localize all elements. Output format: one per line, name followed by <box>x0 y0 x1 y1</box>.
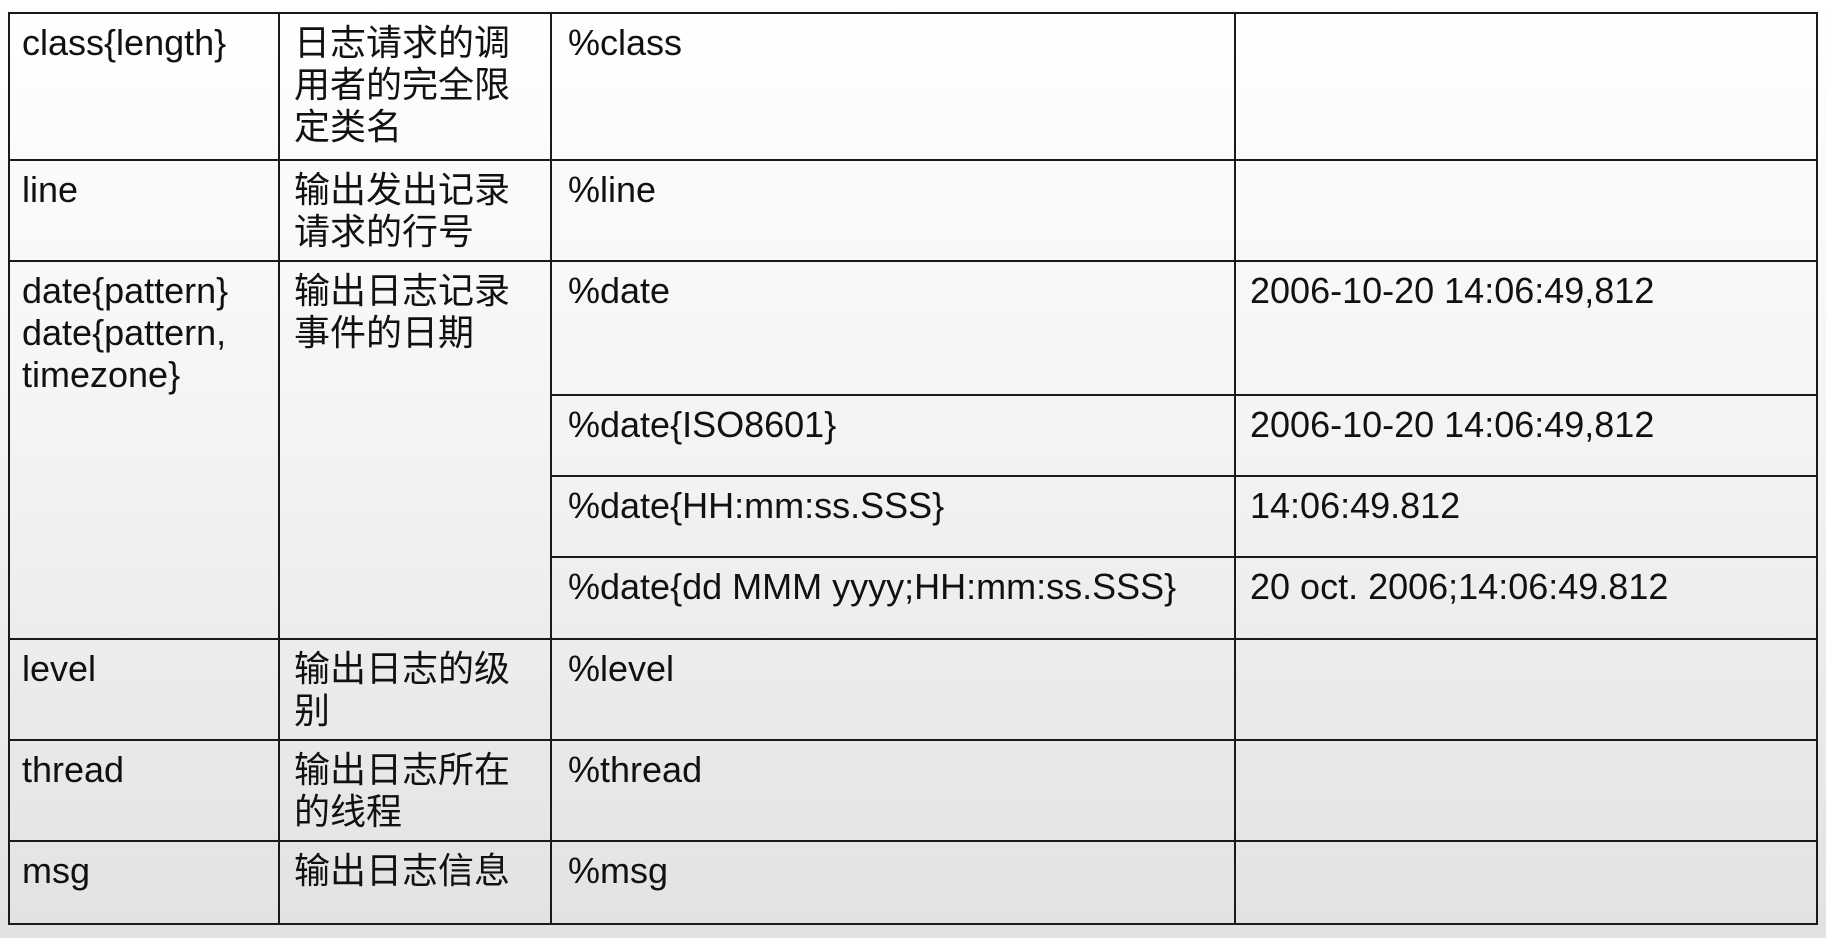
conversion-word-cell: line <box>8 159 280 262</box>
table-row: thread 输出日志所在的线程 %thread <box>8 739 1818 842</box>
example-output-cell <box>1234 638 1818 741</box>
pattern-table: class{length} 日志请求的调用者的完全限定类名 %class lin… <box>8 12 1818 925</box>
format-pattern-cell: %date{HH:mm:ss.SSS} <box>550 475 1236 558</box>
format-pattern-cell: %class <box>550 12 1236 161</box>
description-cell: 日志请求的调用者的完全限定类名 <box>278 12 552 161</box>
example-output-cell: 14:06:49.812 <box>1234 475 1818 558</box>
table-row: date{pattern} date{pattern, timezone} 输出… <box>8 260 1818 640</box>
format-pattern-cell: %date{ISO8601} <box>550 394 1236 477</box>
table-row: msg 输出日志信息 %msg <box>8 840 1818 925</box>
description-cell: 输出日志的级别 <box>278 638 552 741</box>
example-output-cell <box>1234 840 1818 925</box>
format-pattern-cell: %line <box>550 159 1236 262</box>
description-cell: 输出发出记录请求的行号 <box>278 159 552 262</box>
example-output-cell: 2006-10-20 14:06:49,812 <box>1234 394 1818 477</box>
example-output-cell <box>1234 12 1818 161</box>
example-output-cell: 20 oct. 2006;14:06:49.812 <box>1234 556 1818 640</box>
example-output-cell <box>1234 739 1818 842</box>
format-pattern-cell: %date <box>550 260 1236 396</box>
conversion-word-cell: msg <box>8 840 280 925</box>
description-cell: 输出日志信息 <box>278 840 552 925</box>
description-cell: 输出日志记录事件的日期 <box>278 260 552 640</box>
format-pattern-cell: %level <box>550 638 1236 741</box>
table-row: class{length} 日志请求的调用者的完全限定类名 %class <box>8 12 1818 161</box>
format-pattern-cell: %msg <box>550 840 1236 925</box>
pattern-table-container: class{length} 日志请求的调用者的完全限定类名 %class lin… <box>8 12 1818 925</box>
description-cell: 输出日志所在的线程 <box>278 739 552 842</box>
conversion-word-cell: level <box>8 638 280 741</box>
conversion-word-cell: thread <box>8 739 280 842</box>
example-output-cell <box>1234 159 1818 262</box>
table-row: level 输出日志的级别 %level <box>8 638 1818 741</box>
table-row: line 输出发出记录请求的行号 %line <box>8 159 1818 262</box>
format-pattern-cell: %thread <box>550 739 1236 842</box>
example-output-cell: 2006-10-20 14:06:49,812 <box>1234 260 1818 396</box>
conversion-word-cell: date{pattern} date{pattern, timezone} <box>8 260 280 640</box>
format-pattern-cell: %date{dd MMM yyyy;HH:mm:ss.SSS} <box>550 556 1236 640</box>
conversion-word-cell: class{length} <box>8 12 280 161</box>
